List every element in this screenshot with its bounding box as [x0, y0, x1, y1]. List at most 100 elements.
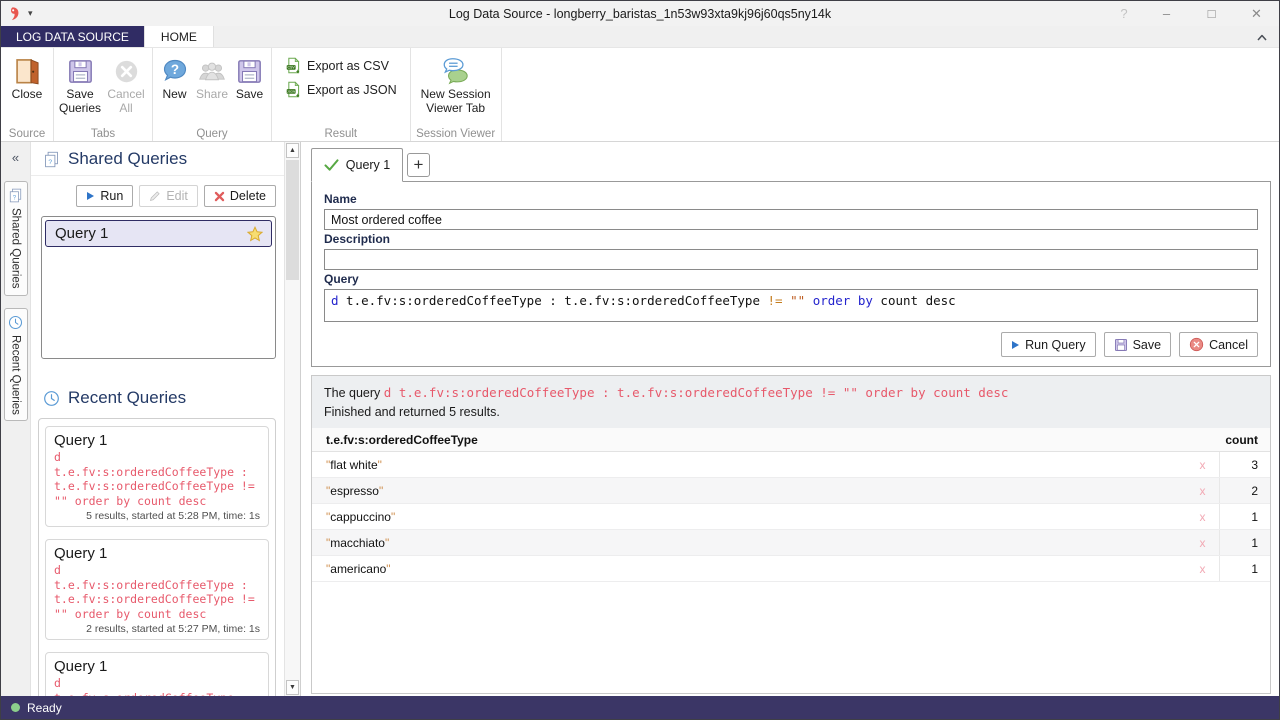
remove-row-icon[interactable]: x: [1186, 530, 1220, 555]
tab-home[interactable]: HOME: [144, 26, 214, 47]
play-icon: [86, 191, 95, 201]
shared-queries-header: ? Shared Queries: [31, 142, 284, 176]
status-dot-icon: [11, 703, 20, 712]
description-input[interactable]: [324, 249, 1258, 270]
floppy-disk-icon: [234, 54, 266, 88]
recent-query-card[interactable]: Query 1 d t.e.fv:s:orderedCoffeeType : t…: [45, 426, 269, 527]
group-label-session-viewer: Session Viewer: [411, 128, 501, 140]
column-header-value[interactable]: t.e.fv:s:orderedCoffeeType: [326, 433, 1186, 447]
query-label: Query: [324, 272, 1258, 286]
recent-queries-header: Recent Queries: [31, 381, 284, 414]
row-count: 2: [1220, 484, 1258, 498]
new-session-viewer-tab-button[interactable]: New Session Viewer Tab: [414, 51, 498, 115]
run-shared-query-button[interactable]: Run: [76, 185, 133, 207]
maximize-button[interactable]: □: [1189, 1, 1234, 26]
recent-queries-list: Query 1 d t.e.fv:s:orderedCoffeeType : t…: [38, 418, 276, 696]
group-label-result: Result: [272, 128, 410, 140]
result-row[interactable]: "macchiato" x 1: [312, 530, 1270, 556]
scroll-up-icon[interactable]: ▲: [286, 143, 299, 158]
pencil-icon: [149, 190, 161, 202]
result-row[interactable]: "americano" x 1: [312, 556, 1270, 582]
floppy-disk-icon: [1114, 338, 1128, 352]
cancel-circle-icon: [1189, 337, 1204, 352]
results-info: The query d t.e.fv:s:orderedCoffeeType :…: [312, 376, 1270, 428]
window-title: Log Data Source - longberry_baristas_1n5…: [1, 7, 1279, 21]
row-count: 1: [1220, 536, 1258, 550]
result-row[interactable]: "espresso" x 2: [312, 478, 1270, 504]
checkmark-icon: [324, 159, 339, 171]
results-table-header: t.e.fv:s:orderedCoffeeType count: [312, 428, 1270, 452]
close-window-button[interactable]: ✕: [1234, 1, 1279, 26]
ribbon-group-query: ? New Share Save Query: [153, 48, 272, 141]
cancel-form-button[interactable]: Cancel: [1179, 332, 1258, 357]
shared-queries-toolbar: Run Edit Delete: [31, 176, 284, 213]
remove-row-icon[interactable]: x: [1186, 452, 1220, 477]
cancel-circle-icon: [110, 54, 142, 88]
row-count: 1: [1220, 562, 1258, 576]
ribbon-tab-row: LOG DATA SOURCE HOME: [1, 26, 1279, 48]
side-panel: ? Shared Queries Run Edit Dele: [31, 142, 301, 696]
question-bubble-icon: ?: [159, 54, 191, 88]
rail-tab-shared-queries[interactable]: ? Shared Queries: [4, 181, 28, 296]
collapse-ribbon-icon[interactable]: [1253, 28, 1271, 46]
close-source-button[interactable]: Close: [4, 51, 50, 102]
save-query-button[interactable]: Save: [231, 51, 268, 102]
export-json-button[interactable]: JSON Export as JSON: [281, 79, 401, 100]
save-queries-button[interactable]: Save Queries: [57, 51, 103, 115]
edit-shared-query-button[interactable]: Edit: [139, 185, 198, 207]
app-window: ▾ Log Data Source - longberry_baristas_1…: [0, 0, 1280, 720]
rail-tab-recent-queries[interactable]: Recent Queries: [4, 308, 28, 422]
recent-query-card[interactable]: Query 1 d t.e.fv:s:orderedCoffeeType : t…: [45, 539, 269, 640]
remove-row-icon[interactable]: x: [1186, 504, 1220, 529]
name-input[interactable]: [324, 209, 1258, 230]
name-label: Name: [324, 192, 1258, 206]
group-label-tabs: Tabs: [54, 128, 152, 140]
svg-text:CSV: CSV: [287, 66, 295, 70]
query-tab[interactable]: Query 1: [311, 148, 403, 182]
title-bar: ▾ Log Data Source - longberry_baristas_1…: [1, 1, 1279, 26]
run-query-button[interactable]: Run Query: [1001, 332, 1095, 357]
delete-shared-query-button[interactable]: Delete: [204, 185, 276, 207]
ribbon: Close Source Save Queries Cancel All Tab…: [1, 48, 1279, 142]
collapse-sidebar-icon[interactable]: «: [1, 150, 30, 165]
chat-bubbles-icon: [440, 54, 472, 88]
remove-row-icon[interactable]: x: [1186, 478, 1220, 503]
floppy-disk-icon: [64, 54, 96, 88]
ribbon-group-result: CSV Export as CSV JSON Export as JSON Re…: [272, 48, 411, 141]
side-rail: « ? Shared Queries Recent Queries: [1, 142, 31, 696]
shared-queries-icon: ?: [8, 188, 23, 203]
sidebar-scrollbar[interactable]: ▲ ▼: [284, 142, 300, 696]
shared-queries-list: Query 1: [41, 216, 276, 359]
ribbon-group-tabs: Save Queries Cancel All Tabs: [54, 48, 153, 141]
save-form-button[interactable]: Save: [1104, 332, 1172, 357]
column-header-count[interactable]: count: [1220, 433, 1258, 447]
svg-text:JSON: JSON: [287, 90, 295, 94]
favorite-star-icon[interactable]: [247, 226, 263, 242]
share-query-button[interactable]: Share: [193, 51, 231, 102]
help-button[interactable]: ?: [1104, 1, 1144, 26]
minimize-button[interactable]: –: [1144, 1, 1189, 26]
ribbon-group-session-viewer: New Session Viewer Tab Session Viewer: [411, 48, 502, 141]
query-editor[interactable]: d t.e.fv:s:orderedCoffeeType : t.e.fv:s:…: [324, 289, 1258, 322]
group-label-source: Source: [1, 128, 53, 140]
remove-row-icon[interactable]: x: [1186, 556, 1220, 581]
scrollbar-thumb[interactable]: [286, 160, 299, 280]
status-text: Ready: [27, 701, 62, 715]
shared-query-item[interactable]: Query 1: [45, 220, 272, 247]
result-row[interactable]: "flat white" x 3: [312, 452, 1270, 478]
export-csv-button[interactable]: CSV Export as CSV: [281, 55, 401, 76]
result-row[interactable]: "cappuccino" x 1: [312, 504, 1270, 530]
cancel-all-button[interactable]: Cancel All: [103, 51, 149, 115]
new-query-button[interactable]: ? New: [156, 51, 193, 102]
query-form-panel: Name Description Query d t.e.fv:s:ordere…: [311, 181, 1271, 367]
json-file-icon: JSON: [285, 81, 302, 98]
scroll-down-icon[interactable]: ▼: [286, 680, 299, 695]
play-icon: [1011, 340, 1020, 350]
add-tab-button[interactable]: +: [407, 153, 430, 177]
csv-file-icon: CSV: [285, 57, 302, 74]
svg-text:?: ?: [170, 62, 178, 77]
status-bar: Ready: [1, 696, 1279, 719]
recent-query-card[interactable]: Query 1 d t.e.fv:s:orderedCoffeeType : t…: [45, 652, 269, 696]
tab-log-data-source[interactable]: LOG DATA SOURCE: [1, 26, 144, 47]
main-area: Query 1 + Name Description Query d t.e.f…: [301, 142, 1279, 696]
